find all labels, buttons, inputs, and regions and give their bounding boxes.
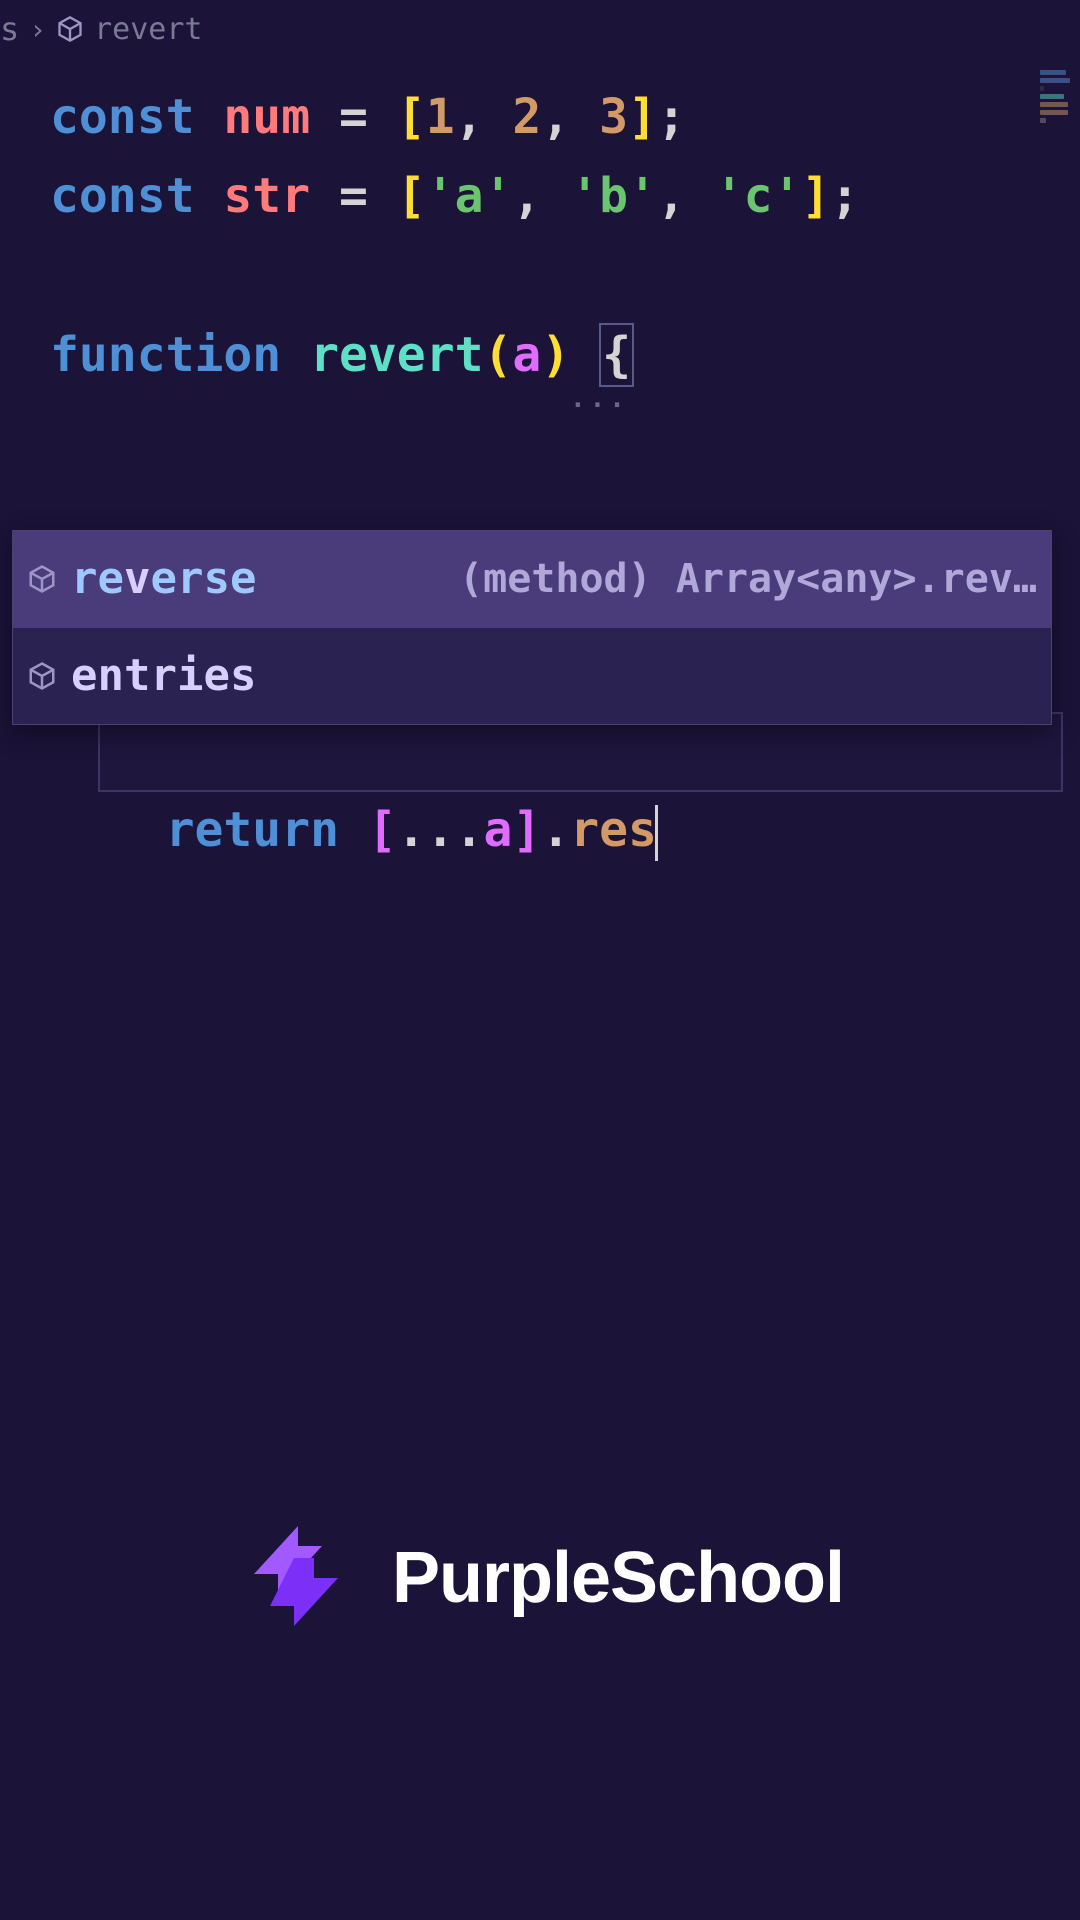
breadcrumb-prefix: s bbox=[0, 10, 19, 48]
autocomplete-item-reverse[interactable]: reverse (method) Array<any>.rev… bbox=[13, 531, 1051, 628]
breadcrumb-symbol[interactable]: revert bbox=[94, 12, 202, 47]
chevron-right-icon: › bbox=[29, 13, 46, 46]
param-hint-icon: ... bbox=[570, 378, 629, 421]
autocomplete-popup[interactable]: reverse (method) Array<any>.rev… entries bbox=[12, 530, 1052, 725]
autocomplete-hint: (method) Array<any>.rev… bbox=[459, 546, 1037, 612]
code-line: const str = ['a', 'b', 'c']; bbox=[50, 157, 1080, 236]
brand: PurpleSchool bbox=[0, 1516, 1080, 1640]
brand-logo-icon bbox=[236, 1516, 356, 1640]
symbol-method-icon bbox=[27, 661, 57, 691]
code-line: const num = [1, 2, 3]; bbox=[50, 78, 1080, 157]
symbol-method-icon bbox=[27, 564, 57, 594]
autocomplete-item-entries[interactable]: entries bbox=[13, 628, 1051, 725]
code-editor[interactable]: const num = [1, 2, 3]; const str = ['a',… bbox=[0, 58, 1080, 1028]
symbol-method-icon bbox=[56, 15, 84, 43]
autocomplete-label: entries bbox=[71, 640, 256, 713]
code-line: function revert(a) { ... bbox=[50, 316, 1080, 554]
code-line-blank bbox=[50, 236, 1080, 315]
text-cursor bbox=[655, 805, 658, 861]
brand-name: PurpleSchool bbox=[392, 1537, 844, 1619]
breadcrumb[interactable]: s › revert bbox=[0, 0, 1080, 58]
autocomplete-label: reverse bbox=[71, 543, 256, 616]
